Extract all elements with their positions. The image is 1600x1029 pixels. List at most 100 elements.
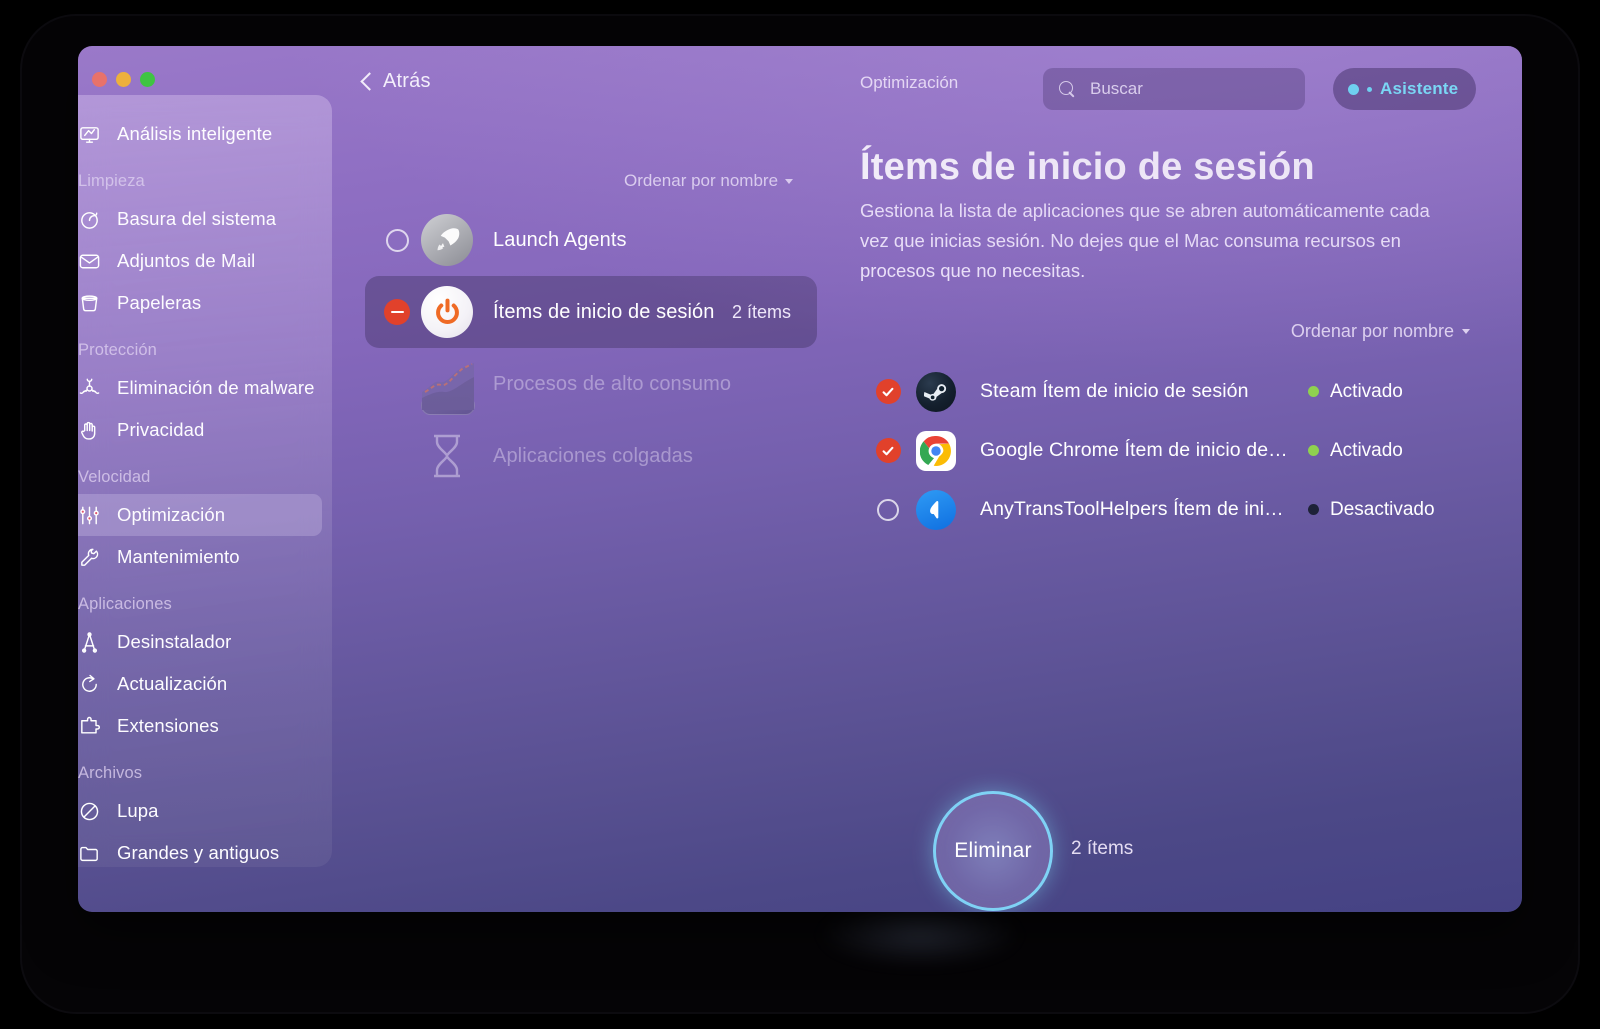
middle-item-name: Aplicaciones colgadas <box>493 444 694 467</box>
middle-sort-dropdown[interactable]: Ordenar por nombre <box>624 171 794 191</box>
optimization-sliders-icon <box>78 504 101 527</box>
sidebar-item-extensions[interactable]: Extensiones <box>78 705 322 747</box>
sidebar-item-label: Papeleras <box>117 292 202 313</box>
sidebar-item-large-old-files[interactable]: Grandes y antiguos <box>78 832 322 867</box>
chevron-down-icon <box>785 178 794 184</box>
remove-button[interactable]: Eliminar <box>933 791 1053 911</box>
large-old-files-folder-icon <box>78 842 101 865</box>
status-badge: Activado <box>1308 381 1478 403</box>
sidebar-group-aplicaciones: Aplicaciones <box>78 595 172 613</box>
zoom-button[interactable] <box>140 72 155 87</box>
back-button[interactable]: Atrás <box>361 65 431 97</box>
page-title: Ítems de inicio de sesión <box>860 146 1315 188</box>
search-icon <box>1059 80 1076 98</box>
sidebar-item-label: Basura del sistema <box>117 208 277 229</box>
trash-bins-icon <box>78 292 101 315</box>
sidebar-item-space-lens[interactable]: Lupa <box>78 790 322 832</box>
sidebar-item-label: Privacidad <box>117 419 205 440</box>
steam-icon <box>916 371 956 412</box>
assistant-dot-large-icon <box>1348 83 1359 95</box>
middle-list-item-login-items[interactable]: Ítems de inicio de sesión 2 ítems <box>365 276 817 348</box>
assistant-button[interactable]: Asistente <box>1333 68 1477 110</box>
sidebar-item-malware-removal[interactable]: Eliminación de malware <box>78 367 322 409</box>
sidebar-group-proteccion: Protección <box>78 341 157 359</box>
middle-list-item-heavy-consumers[interactable]: Procesos de alto consumo <box>365 348 817 420</box>
sidebar-item-label: Lupa <box>117 800 159 821</box>
sidebar-item-label: Mantenimiento <box>117 546 240 567</box>
detail-item-checkbox[interactable] <box>860 498 916 521</box>
privacy-hand-icon <box>78 419 101 442</box>
breadcrumb: Optimización <box>860 73 959 92</box>
sidebar-item-privacy[interactable]: Privacidad <box>78 409 322 451</box>
mail-attachments-icon <box>78 250 101 273</box>
sidebar-item-uninstaller[interactable]: Desinstalador <box>78 621 322 663</box>
sidebar-item-updater[interactable]: Actualización <box>78 663 322 705</box>
middle-item-name: Procesos de alto consumo <box>493 372 732 395</box>
chevron-down-icon <box>1462 329 1470 334</box>
detail-item-checkbox[interactable] <box>860 379 916 404</box>
anytrans-icon <box>916 489 956 530</box>
circle-empty-icon <box>877 498 899 521</box>
traffic-lights <box>92 72 155 87</box>
sidebar-item-label: Grandes y antiguos <box>117 842 280 863</box>
sidebar-item-label: Eliminación de malware <box>117 377 315 398</box>
sidebar-item-system-junk[interactable]: Basura del sistema <box>78 198 322 240</box>
hourglass-icon <box>421 430 473 482</box>
space-lens-icon <box>78 800 101 823</box>
selected-items-count: 2 ítems <box>1071 838 1134 859</box>
app-window: Atrás Optimización Buscar Asistente Anál… <box>78 46 1522 912</box>
sidebar-group-velocidad: Velocidad <box>78 468 151 486</box>
maintenance-wrench-icon <box>78 546 101 569</box>
power-icon <box>421 286 473 338</box>
status-dot-icon <box>1308 504 1319 515</box>
malware-removal-icon <box>78 377 101 400</box>
screen-root: Atrás Optimización Buscar Asistente Anál… <box>0 0 1600 1029</box>
middle-item-checkbox[interactable] <box>373 228 421 252</box>
status-dot-icon <box>1308 445 1319 456</box>
middle-item-name: Ítems de inicio de sesión <box>493 300 715 323</box>
check-filled-icon <box>875 379 901 404</box>
middle-item-checkbox[interactable] <box>373 299 421 325</box>
assistant-button-label: Asistente <box>1380 79 1459 98</box>
sidebar-item-trash-bins[interactable]: Papeleras <box>78 282 322 324</box>
activity-graph-icon <box>421 358 475 415</box>
detail-sort-dropdown[interactable]: Ordenar por nombre <box>1291 321 1470 342</box>
search-input[interactable]: Buscar <box>1043 68 1305 110</box>
minimize-button[interactable] <box>116 72 131 87</box>
sidebar-item-label: Desinstalador <box>117 631 232 652</box>
search-placeholder: Buscar <box>1090 79 1143 98</box>
detail-list-item-google-chrome[interactable]: Google Chrome Ítem de inicio de sesión A… <box>860 421 1478 480</box>
close-button[interactable] <box>92 72 107 87</box>
sidebar-item-label: Análisis inteligente <box>117 123 273 144</box>
status-label: Activado <box>1330 380 1403 402</box>
uninstaller-icon <box>78 631 101 654</box>
detail-list-item-steam[interactable]: Steam Ítem de inicio de sesión Activado <box>860 362 1478 421</box>
sidebar-item-mail-attachments[interactable]: Adjuntos de Mail <box>78 240 322 282</box>
sidebar-item-maintenance[interactable]: Mantenimiento <box>78 536 322 578</box>
middle-sort-label: Ordenar por nombre <box>624 171 779 190</box>
smart-scan-icon <box>78 123 101 146</box>
sidebar-item-optimization[interactable]: Optimización <box>78 494 322 536</box>
middle-list-item-hung-applications[interactable]: Aplicaciones colgadas <box>365 420 817 492</box>
sidebar-item-label: Adjuntos de Mail <box>117 250 256 271</box>
detail-list-item-anytranstoolhelpers[interactable]: AnyTransToolHelpers Ítem de inicio de s.… <box>860 480 1478 539</box>
detail-item-checkbox[interactable] <box>860 438 916 463</box>
detail-item-name: Google Chrome Ítem de inicio de sesión <box>980 439 1308 461</box>
detail-item-name: Steam Ítem de inicio de sesión <box>980 380 1249 402</box>
status-badge: Desactivado <box>1308 499 1478 521</box>
back-button-label: Atrás <box>383 69 431 92</box>
extensions-puzzle-icon <box>78 715 101 738</box>
check-filled-icon <box>875 438 901 463</box>
status-badge: Activado <box>1308 440 1478 462</box>
remove-button-label: Eliminar <box>954 839 1032 862</box>
middle-list: Launch Agents Ítems de inicio de sesión … <box>365 204 817 492</box>
updater-icon <box>78 673 101 696</box>
sidebar-item-smart-scan[interactable]: Análisis inteligente <box>78 113 322 155</box>
chevron-left-icon <box>361 72 372 91</box>
sidebar-group-archivos: Archivos <box>78 764 143 782</box>
middle-list-item-launch-agents[interactable]: Launch Agents <box>365 204 817 276</box>
assistant-dot-small-icon <box>1367 86 1372 92</box>
status-label: Activado <box>1330 439 1403 461</box>
sidebar-item-label: Actualización <box>117 673 228 694</box>
sidebar: Análisis inteligente Limpieza Basura del… <box>78 95 332 867</box>
